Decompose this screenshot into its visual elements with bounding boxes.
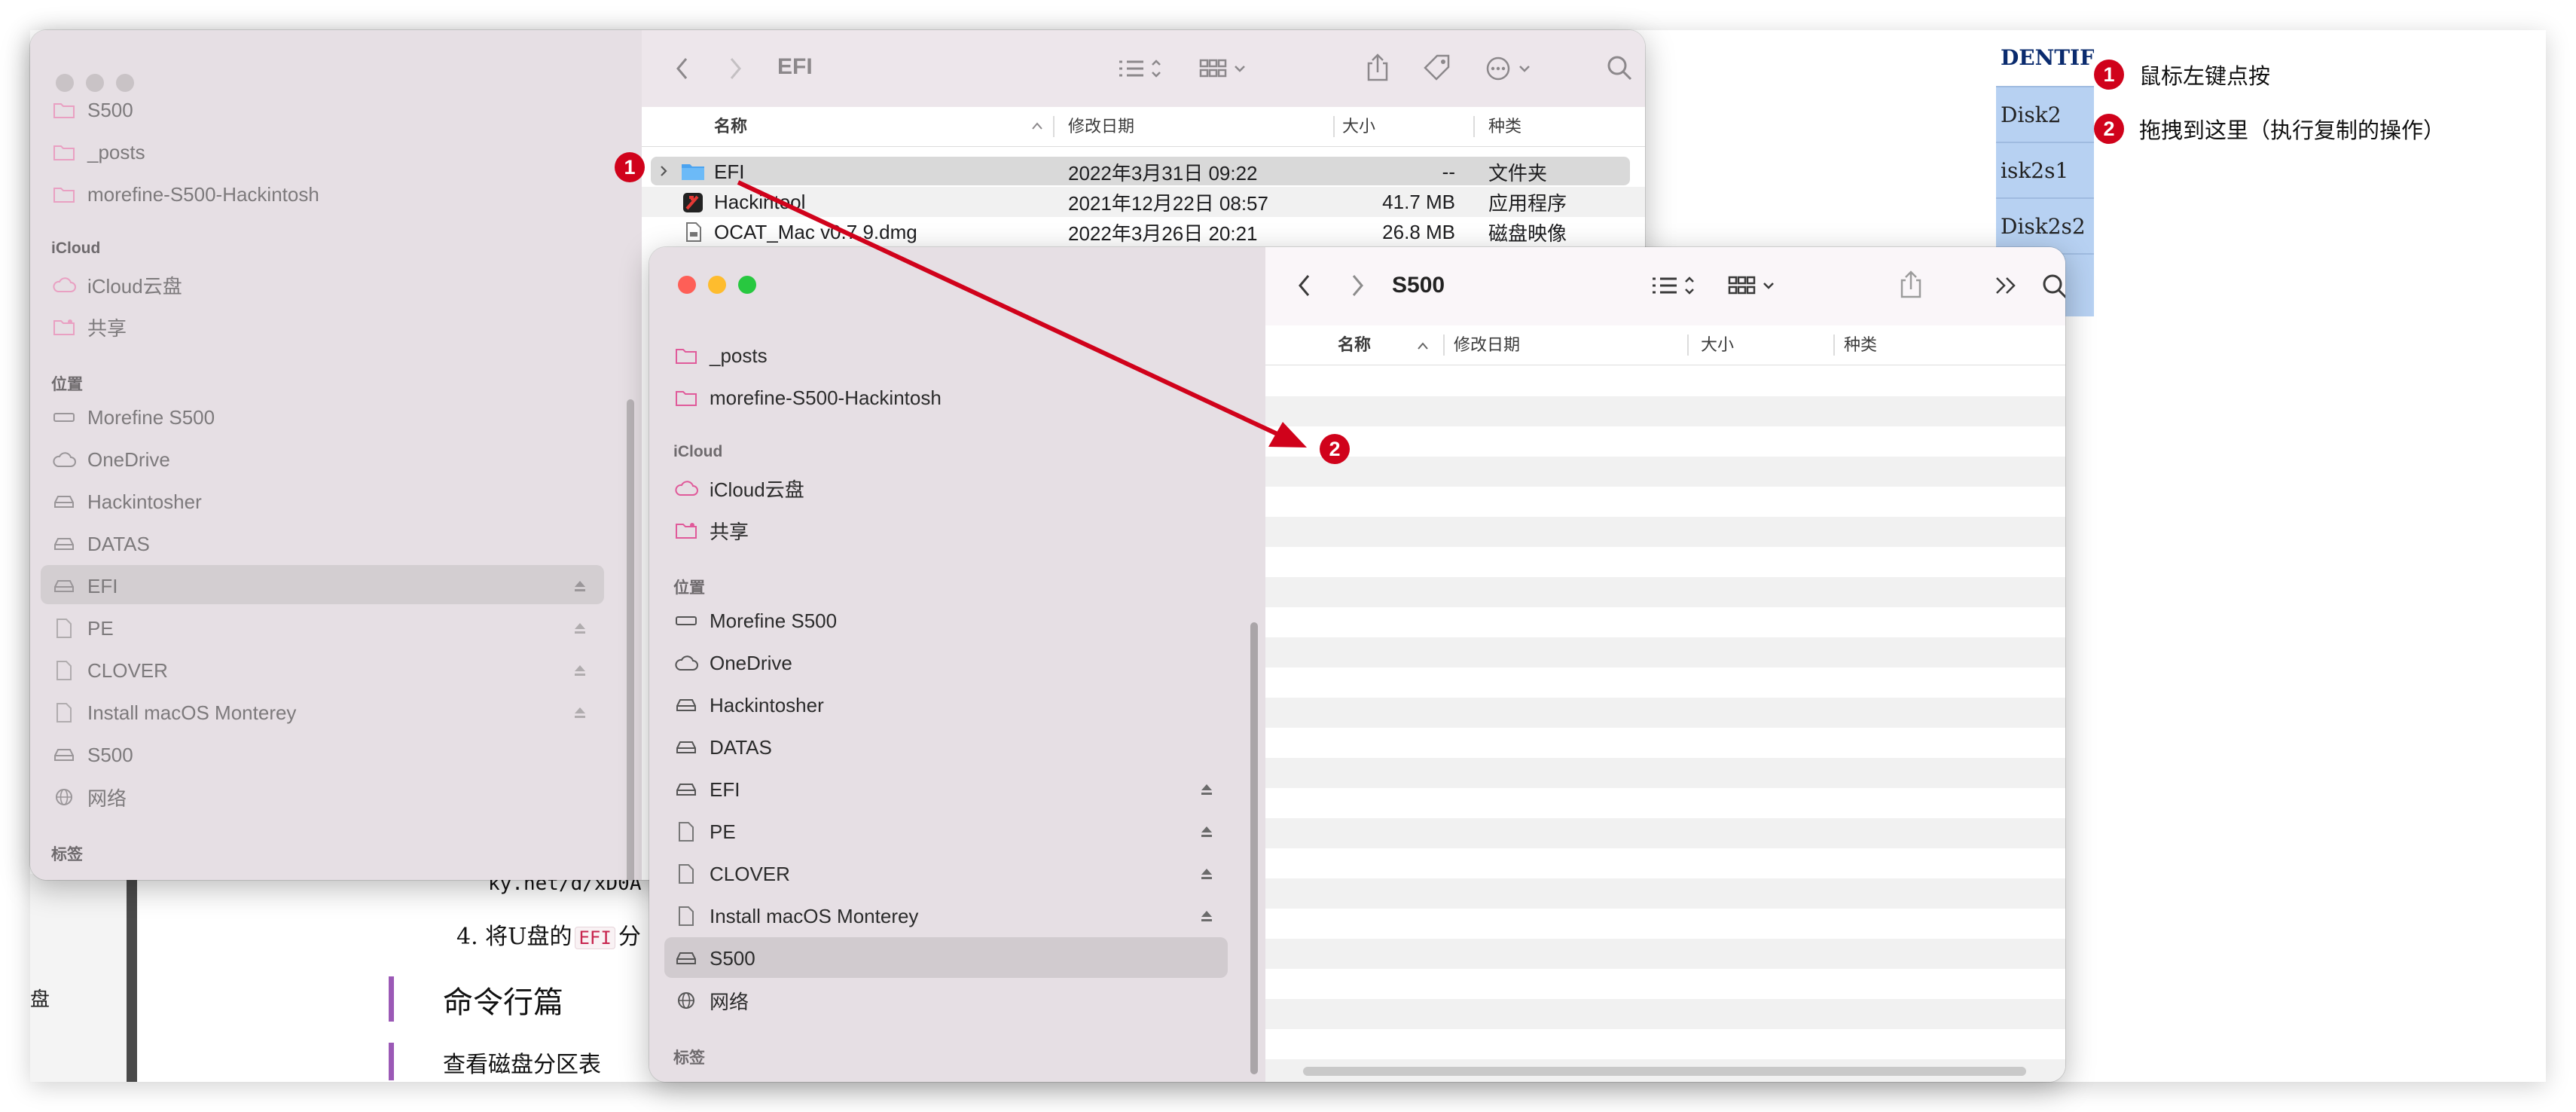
drag-start-marker: 1 (615, 152, 645, 182)
drag-annotation-layer (737, 180, 1307, 448)
drag-end-marker: 2 (1320, 434, 1350, 464)
drag-arrow-line (737, 180, 1282, 438)
